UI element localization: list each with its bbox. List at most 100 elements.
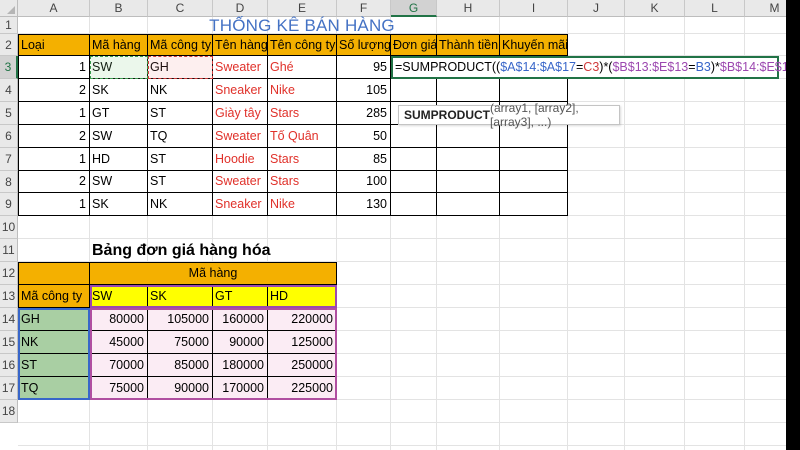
row-header-12[interactable]: 12 (0, 262, 18, 285)
function-tooltip[interactable]: SUMPRODUCT (array1, [array2], [array3], .… (398, 101, 620, 129)
tooltip-function-name[interactable]: SUMPRODUCT (404, 108, 490, 122)
don-gia-cell[interactable] (391, 171, 437, 193)
company-code-cell[interactable]: ST (18, 354, 90, 377)
sheet-title[interactable]: THỐNG KÊ BÁN HÀNG (209, 17, 395, 34)
ten-cong-ty-cell[interactable]: Stars (268, 171, 337, 193)
header-cell[interactable]: Số lượng (337, 34, 391, 56)
price-cell[interactable]: 75000 (90, 377, 148, 400)
price-cell[interactable]: 45000 (90, 331, 148, 354)
ma-hang-cell[interactable]: SW (90, 56, 148, 79)
price-corner-label[interactable]: Mã công ty (18, 285, 90, 308)
row-header-17[interactable]: 17 (0, 377, 18, 400)
ten-hang-cell[interactable]: Sweater (213, 125, 268, 148)
ma-cong-ty-cell[interactable]: ST (148, 148, 213, 171)
ma-hang-cell[interactable]: SW (90, 125, 148, 148)
product-code-header[interactable]: HD (268, 285, 337, 308)
ma-hang-cell[interactable]: SK (90, 79, 148, 102)
formula-edit-cell[interactable]: =SUMPRODUCT(($A$14:$A$17 = C3)*($B$13:$E$1… (391, 56, 786, 79)
row-header-6[interactable]: 6 (0, 125, 18, 148)
column-header-l[interactable]: L (685, 0, 745, 17)
column-header-i[interactable]: I (500, 0, 568, 17)
thanh-tien-cell[interactable] (437, 148, 500, 171)
price-table-title[interactable]: Bảng đơn giá hàng hóa (90, 239, 337, 262)
row-header-9[interactable]: 9 (0, 193, 18, 216)
row-header-4[interactable]: 4 (0, 79, 18, 102)
row-header-2[interactable]: 2 (0, 34, 18, 56)
ma-hang-cell[interactable]: GT (90, 102, 148, 125)
price-cell[interactable]: 70000 (90, 354, 148, 377)
column-header-a[interactable]: A (18, 0, 90, 17)
ten-hang-cell[interactable]: Sneaker (213, 79, 268, 102)
company-code-cell[interactable]: NK (18, 331, 90, 354)
price-cell[interactable]: 105000 (148, 308, 213, 331)
row-header-16[interactable]: 16 (0, 354, 18, 377)
ten-hang-cell[interactable]: Sneaker (213, 193, 268, 216)
ten-hang-cell[interactable]: Giày tây (213, 102, 268, 125)
column-header-b[interactable]: B (90, 0, 148, 17)
ma-cong-ty-cell[interactable]: GH (148, 56, 213, 79)
row-header-14[interactable]: 14 (0, 308, 18, 331)
so-luong-cell[interactable]: 130 (337, 193, 391, 216)
row-header-1[interactable]: 1 (0, 17, 18, 34)
loai-cell[interactable]: 1 (18, 102, 90, 125)
ten-hang-cell[interactable]: Sweater (213, 56, 268, 79)
header-cell[interactable]: Thành tiền (437, 34, 500, 56)
don-gia-cell[interactable] (391, 125, 437, 148)
header-cell[interactable]: Loại (18, 34, 90, 56)
don-gia-cell[interactable] (391, 79, 437, 102)
ten-cong-ty-cell[interactable]: Ghé (268, 56, 337, 79)
column-header-m[interactable]: M (745, 0, 786, 17)
ten-cong-ty-cell[interactable]: Tố Quân (268, 125, 337, 148)
ma-cong-ty-cell[interactable]: NK (148, 193, 213, 216)
loai-cell[interactable]: 1 (18, 148, 90, 171)
ma-cong-ty-cell[interactable]: ST (148, 102, 213, 125)
loai-cell[interactable]: 2 (18, 125, 90, 148)
product-code-header[interactable]: GT (213, 285, 268, 308)
price-cell[interactable]: 225000 (268, 377, 337, 400)
column-header-d[interactable]: D (213, 0, 268, 17)
price-cell[interactable]: 75000 (148, 331, 213, 354)
don-gia-cell[interactable] (391, 193, 437, 216)
ma-cong-ty-cell[interactable]: ST (148, 171, 213, 193)
price-cell[interactable]: 125000 (268, 331, 337, 354)
row-header-3[interactable]: 3 (0, 56, 18, 79)
khuyen-mai-cell[interactable] (500, 193, 568, 216)
column-header-c[interactable]: C (148, 0, 213, 17)
loai-cell[interactable]: 2 (18, 79, 90, 102)
price-cell[interactable]: 80000 (90, 308, 148, 331)
price-cell[interactable]: 180000 (213, 354, 268, 377)
ten-cong-ty-cell[interactable]: Stars (268, 102, 337, 125)
row-header-18[interactable]: 18 (0, 400, 18, 423)
row-header-11[interactable]: 11 (0, 239, 18, 262)
header-cell[interactable]: Mã công ty (148, 34, 213, 56)
so-luong-cell[interactable]: 95 (337, 56, 391, 79)
column-header-h[interactable]: H (437, 0, 500, 17)
price-group-header[interactable]: Mã hàng (90, 262, 337, 285)
price-cell[interactable]: 220000 (268, 308, 337, 331)
price-cell[interactable]: 90000 (213, 331, 268, 354)
loai-cell[interactable]: 1 (18, 193, 90, 216)
column-header-e[interactable]: E (268, 0, 337, 17)
row-header-8[interactable]: 8 (0, 171, 18, 193)
ten-cong-ty-cell[interactable]: Nike (268, 79, 337, 102)
header-cell[interactable]: Đơn giá (391, 34, 437, 56)
header-cell[interactable]: Khuyến mãi (500, 34, 568, 56)
so-luong-cell[interactable]: 100 (337, 171, 391, 193)
row-header-13[interactable]: 13 (0, 285, 18, 308)
so-luong-cell[interactable]: 85 (337, 148, 391, 171)
row-header-15[interactable]: 15 (0, 331, 18, 354)
header-cell[interactable]: Mã hàng (90, 34, 148, 56)
ten-hang-cell[interactable]: Hoodie (213, 148, 268, 171)
khuyen-mai-cell[interactable] (500, 79, 568, 102)
row-header-10[interactable]: 10 (0, 216, 18, 239)
loai-cell[interactable]: 2 (18, 171, 90, 193)
price-cell[interactable]: 90000 (148, 377, 213, 400)
ten-hang-cell[interactable]: Sweater (213, 171, 268, 193)
so-luong-cell[interactable]: 50 (337, 125, 391, 148)
spreadsheet-grid[interactable]: A B C D E F G H I J K L M 1 2 3 4 5 6 7 8 9 10 11 12 13 14 15 16 17 18… (0, 0, 786, 450)
price-cell[interactable]: 170000 (213, 377, 268, 400)
price-cell[interactable]: 250000 (268, 354, 337, 377)
product-code-header[interactable]: SK (148, 285, 213, 308)
loai-cell[interactable]: 1 (18, 56, 90, 79)
thanh-tien-cell[interactable] (437, 171, 500, 193)
